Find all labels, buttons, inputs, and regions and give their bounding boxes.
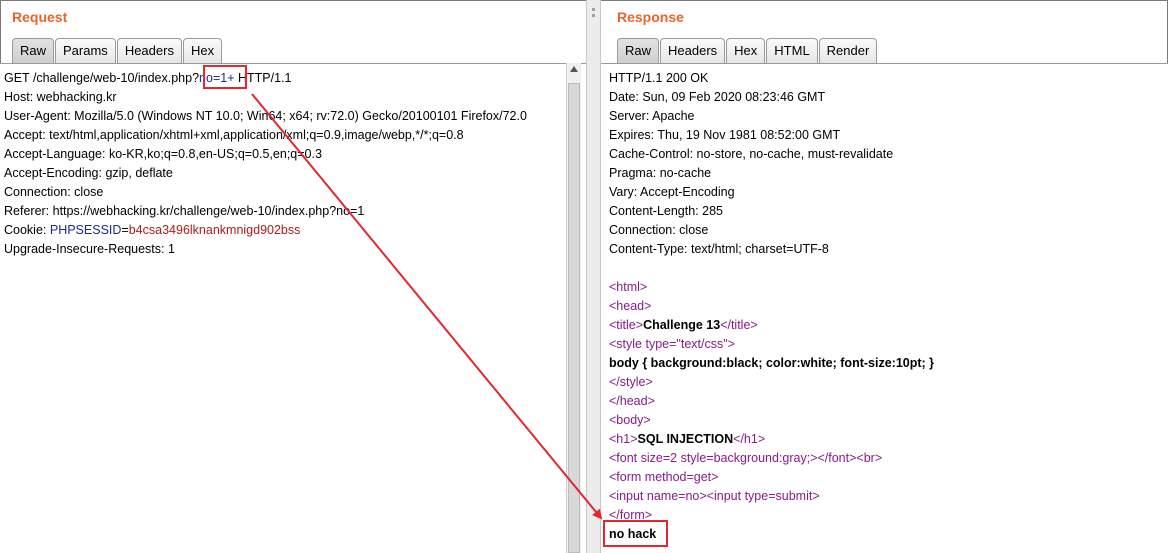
font-element: <font size=2 style=background:gray;></fo… [609,451,883,465]
response-pane: Response Raw Headers Hex HTML Render HTT… [601,0,1168,553]
response-tab-hex[interactable]: Hex [726,38,766,63]
response-header: Expires: Thu, 19 Nov 1981 08:52:00 GMT [609,128,841,142]
scroll-up-arrow-icon[interactable] [570,66,578,72]
title-element: <title>Challenge 13</title> [609,318,758,332]
pane-split-divider[interactable] [586,0,601,553]
response-header: Content-Length: 285 [609,204,723,218]
header-cookie: Cookie: PHPSESSID=b4csa3496lknankmnigd90… [4,223,301,237]
response-tab-headers[interactable]: Headers [660,38,726,63]
request-tab-headers[interactable]: Headers [116,38,182,63]
header-user-agent: User-Agent: Mozilla/5.0 (Windows NT 10.0… [4,109,527,123]
response-tab-html[interactable]: HTML [766,38,818,63]
header-connection: Connection: close [4,185,104,199]
head-open-tag: <head> [609,299,652,313]
response-header: Cache-Control: no-store, no-cache, must-… [609,147,894,161]
param-highlight-box [203,65,247,89]
request-title: Request [12,9,68,25]
header-accept-language: Accept-Language: ko-KR,ko;q=0.8,en-US;q=… [4,147,322,161]
header-host: Host: webhacking.kr [4,90,117,104]
css-rule: body { background:black; color:white; fo… [609,356,935,370]
grip-dot-icon [592,8,595,11]
request-pane: Request Raw Params Headers Hex GET /chal… [0,0,586,553]
request-line: GET /challenge/web-10/index.php?no=1+ HT… [4,71,292,85]
response-header: Connection: close [609,223,709,237]
cookie-name: PHPSESSID [49,223,122,237]
response-viewer[interactable]: HTTP/1.1 200 OK Date: Sun, 09 Feb 2020 0… [601,63,1168,553]
head-close-tag: </head> [609,394,655,408]
response-status-line: HTTP/1.1 200 OK [609,71,709,85]
html-open-tag: <html> [609,280,648,294]
response-header: Date: Sun, 09 Feb 2020 08:23:46 GMT [609,90,826,104]
input-elements: <input name=no><input type=submit> [609,489,820,503]
request-editor[interactable]: GET /challenge/web-10/index.php?no=1+ HT… [0,63,586,553]
result-highlight-box [603,520,668,547]
request-tabs: Raw Params Headers Hex [12,38,223,63]
form-close-tag: </form> [609,508,653,522]
header-referer: Referer: https://webhacking.kr/challenge… [4,204,365,218]
response-tab-render[interactable]: Render [818,38,878,63]
blank-line [609,259,1168,278]
grip-dot-icon [592,14,595,17]
form-open-tag: <form method=get> [609,470,719,484]
response-header: Vary: Accept-Encoding [609,185,735,199]
h1-element: <h1>SQL INJECTION</h1> [609,432,766,446]
response-title: Response [617,9,684,25]
response-header: Content-Type: text/html; charset=UTF-8 [609,242,829,256]
request-scrollbar[interactable] [566,63,581,553]
style-open-tag: <style type="text/css"> [609,337,735,351]
response-header: Server: Apache [609,109,695,123]
request-tab-hex[interactable]: Hex [182,38,223,63]
response-header: Pragma: no-cache [609,166,712,180]
style-close-tag: </style> [609,375,653,389]
cookie-value: b4csa3496lknankmnigd902bss [128,223,301,237]
request-tab-params[interactable]: Params [55,38,116,63]
response-tabs: Raw Headers Hex HTML Render [617,38,878,63]
header-accept-encoding: Accept-Encoding: gzip, deflate [4,166,173,180]
header-accept: Accept: text/html,application/xhtml+xml,… [4,128,464,142]
body-open-tag: <body> [609,413,651,427]
scrollbar-thumb[interactable] [568,83,580,553]
header-upgrade-insecure: Upgrade-Insecure-Requests: 1 [4,242,175,256]
response-tab-raw[interactable]: Raw [617,38,660,63]
result-no-hack: no hack [609,527,657,541]
request-tab-raw[interactable]: Raw [12,38,55,63]
